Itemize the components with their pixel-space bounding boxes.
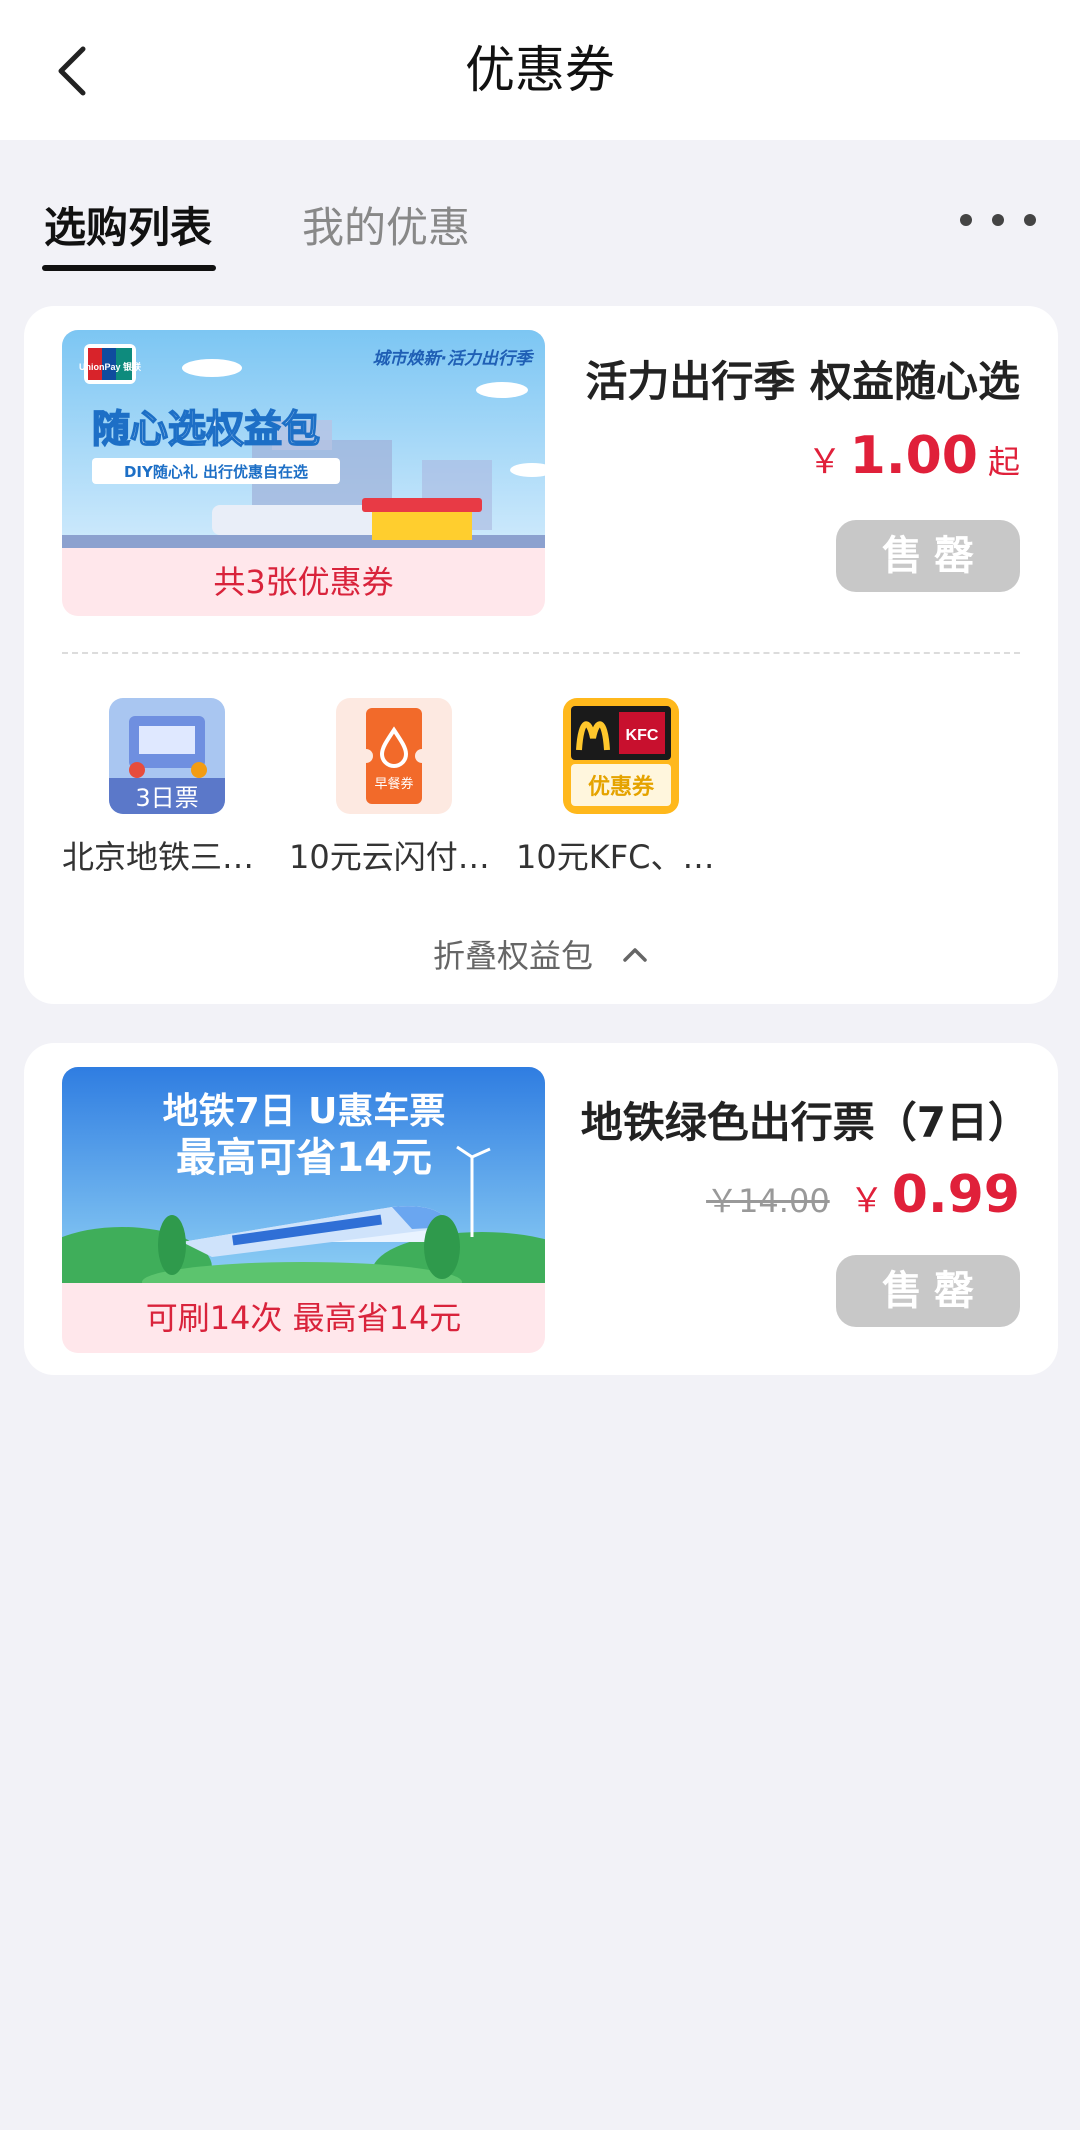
product-card-metro-ticket[interactable]: 地铁7日 U惠车票 最高可省14元 可刷14次 最高省14元 地铁绿色出行票（7… [24,1043,1058,1375]
benefit-item[interactable]: 早餐券 10元云闪付… [289,698,490,878]
price: ￥ 1.00 起 [808,426,1020,486]
tab-bar: 选购列表 我的优惠 [0,140,1080,290]
collapse-label: 折叠权益包 [432,937,593,975]
breakfast-coupon-icon: 早餐券 [336,698,452,814]
mcd-kfc-coupon-icon: KFC 优惠券 [563,698,679,814]
coupon-count-caption: 共3张优惠券 [213,563,394,601]
metro-3day-ticket-icon: 3日票 [109,698,225,814]
page-title: 优惠券 [465,41,615,99]
more-dot-icon [992,214,1004,226]
benefit-label: 北京地铁三… [62,838,255,876]
svg-text:地铁7日 U惠车票: 地铁7日 U惠车票 [163,1091,446,1132]
sold-out-button[interactable]: 售罄 [836,520,1020,592]
svg-text:早餐券: 早餐券 [374,776,413,792]
product-title[interactable]: 活力出行季 权益随心选 [585,348,1020,409]
svg-text:城市焕新·活力出行季: 城市焕新·活力出行季 [373,349,535,369]
svg-text:随心选权益包: 随心选权益包 [92,407,320,451]
benefit-item[interactable]: KFC 优惠券 10元KFC、… [516,698,716,878]
price-amount: 1.00 [849,426,978,486]
benefit-label: 10元KFC、… [516,838,715,876]
product-card-benefit-pack[interactable]: UnionPay 银联 城市焕新·活力出行季 随心选权益包 DIY随心礼 出行优… [24,306,1058,1004]
benefit-label: 10元云闪付… [289,838,490,876]
product-banner[interactable]: 地铁7日 U惠车票 最高可省14元 可刷14次 最高省14元 [62,1067,545,1353]
chevron-up-icon [623,948,647,962]
more-dot-icon [960,214,972,226]
svg-text:优惠券: 优惠券 [588,774,655,800]
sold-out-button[interactable]: 售罄 [836,1255,1020,1327]
original-price: ￥14.00 [706,1182,830,1220]
active-tab-indicator [42,265,216,271]
svg-text:3日票: 3日票 [135,784,198,812]
divider [62,652,1020,654]
more-dot-icon [1024,214,1036,226]
benefit-item[interactable]: 3日票 北京地铁三… [62,698,262,878]
svg-text:DIY随心礼 出行优惠自在选: DIY随心礼 出行优惠自在选 [124,463,308,481]
tab-my-offers[interactable]: 我的优惠 [302,198,470,258]
svg-text:KFC: KFC [626,727,659,744]
collapse-benefits-button[interactable]: 折叠权益包 [24,926,1058,982]
price-suffix: 起 [987,443,1020,481]
more-options-button[interactable] [960,200,1036,240]
tab-shop-list[interactable]: 选购列表 [44,198,212,258]
price-amount: 0.99 [891,1165,1020,1225]
product-banner[interactable]: UnionPay 银联 城市焕新·活力出行季 随心选权益包 DIY随心礼 出行优… [62,330,545,616]
currency-symbol: ￥ [807,442,842,482]
metro-ticket-banner-image: 地铁7日 U惠车票 最高可省14元 [62,1067,545,1283]
top-bar: 优惠券 [0,0,1080,140]
currency-symbol: ￥ [849,1181,884,1221]
product-title[interactable]: 地铁绿色出行票（7日） [581,1089,1030,1150]
benefit-pack-banner-image: UnionPay 银联 城市焕新·活力出行季 随心选权益包 DIY随心礼 出行优… [62,330,545,548]
svg-text:UnionPay 银联: UnionPay 银联 [79,361,142,372]
back-arrow-icon [58,46,86,96]
svg-text:最高可省14元: 最高可省14元 [176,1135,432,1181]
price: ￥14.00 ￥ 0.99 [706,1165,1020,1225]
back-button[interactable] [36,36,106,106]
ticket-benefit-caption: 可刷14次 最高省14元 [145,1299,462,1337]
